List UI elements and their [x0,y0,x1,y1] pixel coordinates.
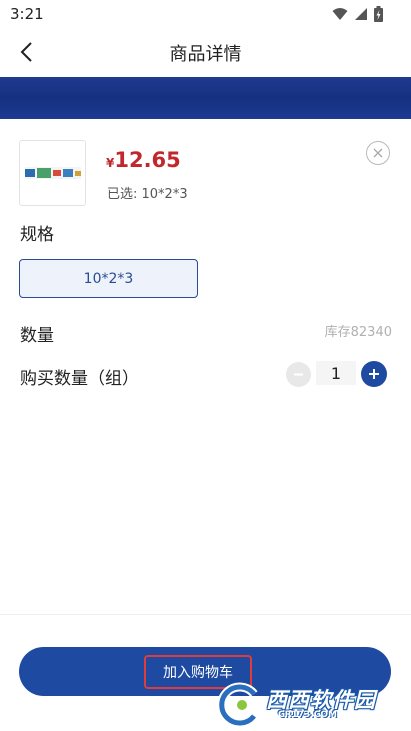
product-detail-screen: 3:21 商品详情 ¥12.65 已选: 10*2*3 规格 10*2*3 数量… [0,0,411,731]
quantity-input[interactable]: 1 [316,361,356,385]
increase-quantity-button[interactable] [361,361,387,387]
watermark-domain: CR173.COM [278,710,337,720]
product-image [25,167,81,179]
page-banner [0,77,411,119]
status-time: 3:21 [10,5,44,23]
page-title: 商品详情 [169,44,242,65]
selected-spec-text: 已选: 10*2*3 [107,187,188,202]
watermark-c-icon [217,682,258,726]
battery-icon [374,6,383,22]
spec-label: 规格 [20,225,54,245]
status-bar: 3:21 [0,0,411,28]
footer-divider [0,614,411,615]
close-icon [373,148,383,158]
stock-count: 库存82340 [324,325,392,340]
signal-icon [355,8,367,20]
price-value: 12.65 [114,148,181,172]
spec-option-chip[interactable]: 10*2*3 [19,259,198,298]
quantity-label: 数量 [20,326,54,346]
spec-selection-sheet [0,119,411,731]
product-price: ¥12.65 [106,148,181,172]
product-thumbnail [19,140,86,206]
watermark-logo: 西西软件园 CR173.COM [212,682,411,726]
decrease-quantity-button[interactable] [286,362,311,387]
buy-quantity-label: 购买数量（组） [20,369,139,389]
top-nav-bar: 商品详情 [0,28,411,76]
minus-icon [294,373,303,376]
close-sheet-button[interactable] [366,141,390,165]
plus-icon [369,369,379,379]
wifi-icon [332,8,348,20]
status-icons [332,6,383,22]
